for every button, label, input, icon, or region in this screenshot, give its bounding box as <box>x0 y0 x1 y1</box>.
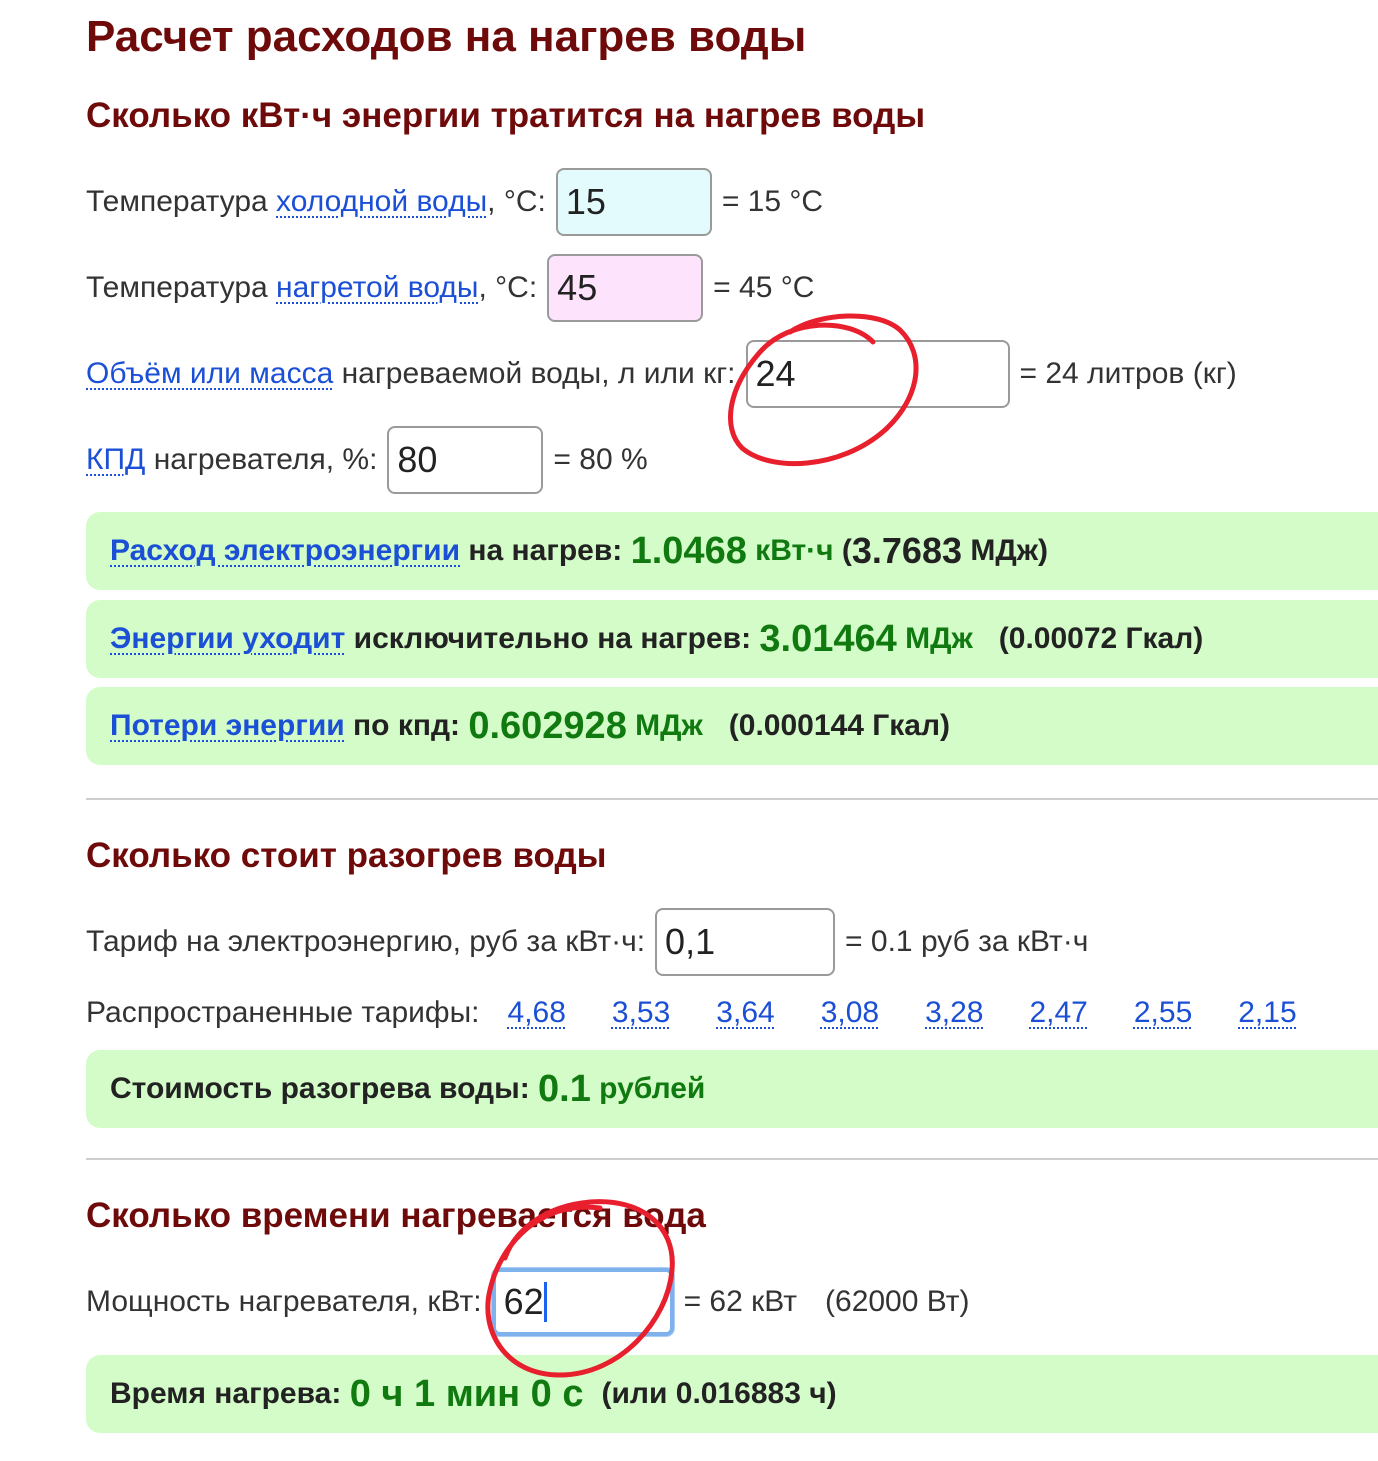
energy-loss-gcal: (0.000144 Гкал) <box>728 709 951 742</box>
tariff-link[interactable]: 3,53 <box>612 996 670 1030</box>
heater-power-input[interactable]: 62 <box>491 1268 674 1336</box>
energy-loss-unit: МДж <box>626 709 703 742</box>
hot-water-row: Температура нагретой воды , °C: = 45 °C <box>86 254 814 322</box>
volume-input[interactable] <box>745 340 1010 408</box>
efficiency-row: КПД нагревателя, %: = 80 % <box>86 426 648 494</box>
tariff-result: = 0.1 руб за кВт·ч <box>845 925 1089 958</box>
volume-row: Объём или масса нагреваемой воды, л или … <box>86 340 1237 408</box>
tariff-label: Тариф на электроэнергию, руб за кВт·ч: <box>86 925 646 958</box>
heater-power-watts: (62000 Вт) <box>825 1285 970 1318</box>
common-tariffs-label: Распространенные тарифы: <box>86 996 480 1029</box>
heating-cost-result: Стоимость разогрева воды: 0.1 рублей <box>86 1050 1378 1128</box>
energy-loss-value: 0.602928 <box>468 704 627 747</box>
efficiency-input[interactable] <box>387 426 544 494</box>
heater-power-row: Мощность нагревателя, кВт: 62 = 62 кВт (… <box>86 1268 970 1336</box>
page-title: Расчет расходов на нагрев воды <box>86 12 807 61</box>
heating-energy-link[interactable]: Энергии уходит <box>110 622 345 656</box>
power-consumption-unit: кВт·ч <box>746 534 834 567</box>
heater-power-result: = 62 кВт <box>683 1285 798 1318</box>
common-tariffs-row: Распространенные тарифы: 4,68 3,53 3,64 … <box>86 990 1297 1036</box>
heating-energy-label: исключительно на нагрев: <box>345 622 760 655</box>
heating-time-result: Время нагрева: 0 ч 1 мин 0 с (или 0.0168… <box>86 1355 1378 1433</box>
heater-power-value: 62 <box>503 1281 544 1322</box>
power-consumption-mj-value: 3.7683 <box>851 530 962 571</box>
tariff-link[interactable]: 3,64 <box>716 996 774 1030</box>
volume-link[interactable]: Объём или масса <box>86 357 333 391</box>
power-consumption-open: ( <box>833 534 852 567</box>
cold-water-prefix: Температура <box>86 185 277 218</box>
power-consumption-label: на нагрев: <box>460 534 631 567</box>
text-caret <box>543 1282 547 1322</box>
hot-water-result: = 45 °C <box>713 271 815 304</box>
heater-power-label: Мощность нагревателя, кВт: <box>86 1285 482 1318</box>
heating-energy-result: Энергии уходит исключительно на нагрев: … <box>86 600 1378 678</box>
hot-water-suffix: , °C: <box>478 271 538 304</box>
efficiency-suffix: нагревателя, %: <box>145 443 378 476</box>
tariff-input[interactable] <box>655 908 836 976</box>
heating-time-label: Время нагрева: <box>110 1377 350 1410</box>
cold-water-row: Температура холодной воды , °C: = 15 °C <box>86 168 823 236</box>
heating-energy-gcal: (0.00072 Гкал) <box>998 622 1204 655</box>
tariff-link[interactable]: 2,15 <box>1238 996 1296 1030</box>
tariff-link[interactable]: 3,28 <box>925 996 983 1030</box>
power-consumption-value: 1.0468 <box>630 529 747 572</box>
power-consumption-link[interactable]: Расход электроэнергии <box>110 534 460 568</box>
tariff-link[interactable]: 2,47 <box>1029 996 1087 1030</box>
power-consumption-result: Расход электроэнергии на нагрев: 1.0468 … <box>86 512 1378 590</box>
energy-loss-label: по кпд: <box>344 709 469 742</box>
hot-water-input[interactable] <box>547 254 704 322</box>
cold-water-input[interactable] <box>555 168 712 236</box>
tariff-link[interactable]: 3,08 <box>821 996 879 1030</box>
cold-water-result: = 15 °C <box>721 185 824 218</box>
heating-time-hours: (или 0.016883 ч) <box>601 1377 837 1410</box>
heating-cost-unit: рублей <box>590 1072 706 1105</box>
section-cost-title: Сколько стоит разогрев воды <box>86 836 607 875</box>
tariff-link[interactable]: 2,55 <box>1134 996 1192 1030</box>
section-divider <box>86 1158 1378 1160</box>
hot-water-link[interactable]: нагретой воды <box>276 271 478 305</box>
section-time-title: Сколько времени нагревается вода <box>86 1196 706 1235</box>
energy-loss-result: Потери энергии по кпд: 0.602928 МДж (0.0… <box>86 687 1378 765</box>
heating-energy-unit: МДж <box>896 622 973 655</box>
volume-suffix: нагреваемой воды, л или кг: <box>333 357 736 390</box>
heating-energy-value: 3.01464 <box>759 617 897 660</box>
hot-water-prefix: Температура <box>86 271 277 304</box>
heating-time-value: 0 ч 1 мин 0 с <box>349 1372 584 1415</box>
energy-loss-link[interactable]: Потери энергии <box>110 709 345 743</box>
efficiency-result: = 80 % <box>553 443 648 476</box>
cold-water-suffix: , °C: <box>487 185 546 218</box>
heating-cost-label: Стоимость разогрева воды: <box>110 1072 539 1105</box>
calculator-page: Расчет расходов на нагрев воды Сколько к… <box>0 0 1378 1461</box>
volume-result: = 24 литров (кг) <box>1019 357 1237 390</box>
cold-water-link[interactable]: холодной воды <box>276 185 487 219</box>
power-consumption-mj-unit: МДж) <box>962 534 1048 567</box>
heating-cost-value: 0.1 <box>538 1067 591 1110</box>
tariff-row: Тариф на электроэнергию, руб за кВт·ч: =… <box>86 908 1088 976</box>
tariff-link[interactable]: 4,68 <box>508 996 566 1030</box>
efficiency-link[interactable]: КПД <box>86 443 145 477</box>
section-energy-title: Сколько кВт·ч энергии тратится на нагрев… <box>86 96 926 135</box>
section-divider <box>86 798 1378 800</box>
